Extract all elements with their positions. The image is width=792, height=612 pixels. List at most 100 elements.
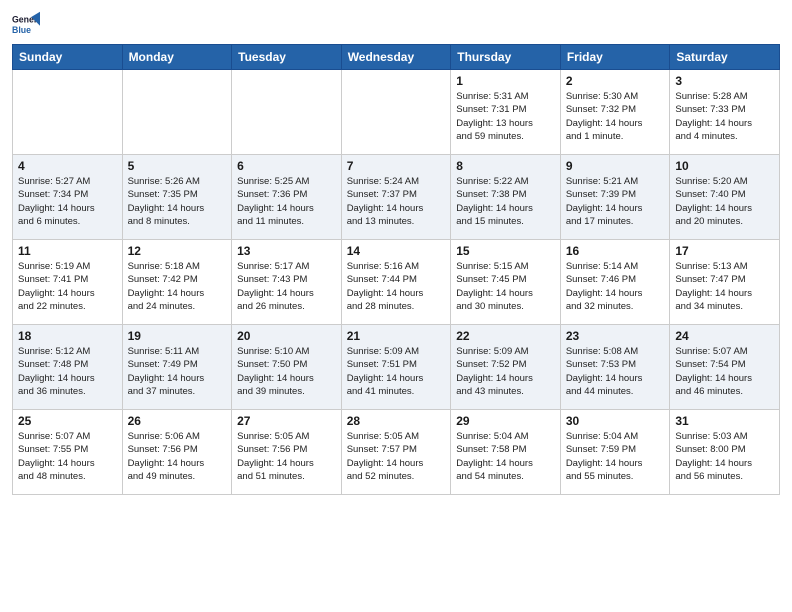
day-info: Sunrise: 5:24 AM Sunset: 7:37 PM Dayligh… — [347, 175, 446, 228]
calendar-cell: 15 Sunrise: 5:15 AM Sunset: 7:45 PM Dayli… — [451, 240, 561, 325]
day-number: 12 — [128, 244, 227, 258]
page-header: General Blue — [12, 10, 780, 38]
calendar-cell: 16 Sunrise: 5:14 AM Sunset: 7:46 PM Dayli… — [560, 240, 670, 325]
weekday-header-row: SundayMondayTuesdayWednesdayThursdayFrid… — [13, 45, 780, 70]
logo: General Blue — [12, 10, 40, 38]
day-number: 24 — [675, 329, 774, 343]
day-number: 30 — [566, 414, 665, 428]
day-number: 11 — [18, 244, 117, 258]
day-number: 20 — [237, 329, 336, 343]
calendar-cell: 5Sunrise: 5:26 AM Sunset: 7:35 PM Daylig… — [122, 155, 232, 240]
day-info: Sunrise: 5:19 AM Sunset: 7:41 PM Dayligh… — [18, 260, 117, 313]
day-info: Sunrise: 5:09 AM Sunset: 7:52 PM Dayligh… — [456, 345, 555, 398]
calendar-cell — [122, 70, 232, 155]
calendar-cell: 4 Sunrise: 5:27 AM Sunset: 7:34 PM Daylig… — [13, 155, 123, 240]
calendar-cell: 7 Sunrise: 5:24 AM Sunset: 7:37 PM Daylig… — [341, 155, 451, 240]
day-info: Sunrise: 5:06 AM Sunset: 7:56 PM Dayligh… — [128, 430, 227, 483]
calendar-cell: 10 Sunrise: 5:20 AM Sunset: 7:40 PM Dayli… — [670, 155, 780, 240]
calendar-cell: 8 Sunrise: 5:22 AM Sunset: 7:38 PM Daylig… — [451, 155, 561, 240]
calendar-cell: 3 Sunrise: 5:28 AM Sunset: 7:33 PM Daylig… — [670, 70, 780, 155]
day-number: 25 — [18, 414, 117, 428]
calendar-week-row: 11 Sunrise: 5:19 AM Sunset: 7:41 PM Dayli… — [13, 240, 780, 325]
day-number: 14 — [347, 244, 446, 258]
day-number: 5 — [128, 159, 227, 173]
day-number: 10 — [675, 159, 774, 173]
day-number: 4 — [18, 159, 117, 173]
day-info: Sunrise: 5:10 AM Sunset: 7:50 PM Dayligh… — [237, 345, 336, 398]
calendar-cell: 22 Sunrise: 5:09 AM Sunset: 7:52 PM Dayli… — [451, 325, 561, 410]
calendar-cell: 29Sunrise: 5:04 AM Sunset: 7:58 PM Dayli… — [451, 410, 561, 495]
day-info: Sunrise: 5:08 AM Sunset: 7:53 PM Dayligh… — [566, 345, 665, 398]
day-info: Sunrise: 5:15 AM Sunset: 7:45 PM Dayligh… — [456, 260, 555, 313]
day-info: Sunrise: 5:22 AM Sunset: 7:38 PM Dayligh… — [456, 175, 555, 228]
calendar-week-row: 18 Sunrise: 5:12 AM Sunset: 7:48 PM Dayli… — [13, 325, 780, 410]
day-number: 7 — [347, 159, 446, 173]
calendar-cell: 14Sunrise: 5:16 AM Sunset: 7:44 PM Dayli… — [341, 240, 451, 325]
day-info: Sunrise: 5:11 AM Sunset: 7:49 PM Dayligh… — [128, 345, 227, 398]
day-info: Sunrise: 5:18 AM Sunset: 7:42 PM Dayligh… — [128, 260, 227, 313]
calendar-cell — [13, 70, 123, 155]
calendar-cell: 25 Sunrise: 5:07 AM Sunset: 7:55 PM Dayli… — [13, 410, 123, 495]
day-number: 16 — [566, 244, 665, 258]
day-number: 18 — [18, 329, 117, 343]
day-number: 8 — [456, 159, 555, 173]
calendar-cell: 12 Sunrise: 5:18 AM Sunset: 7:42 PM Dayli… — [122, 240, 232, 325]
calendar-cell: 23 Sunrise: 5:08 AM Sunset: 7:53 PM Dayli… — [560, 325, 670, 410]
calendar-cell: 21 Sunrise: 5:09 AM Sunset: 7:51 PM Dayli… — [341, 325, 451, 410]
day-info: Sunrise: 5:04 AM Sunset: 7:58 PM Dayligh… — [456, 430, 555, 483]
day-number: 3 — [675, 74, 774, 88]
calendar-cell: 26Sunrise: 5:06 AM Sunset: 7:56 PM Dayli… — [122, 410, 232, 495]
logo-icon: General Blue — [12, 10, 40, 38]
calendar-cell: 24 Sunrise: 5:07 AM Sunset: 7:54 PM Dayli… — [670, 325, 780, 410]
day-number: 19 — [128, 329, 227, 343]
day-number: 17 — [675, 244, 774, 258]
calendar-cell: 9Sunrise: 5:21 AM Sunset: 7:39 PM Daylig… — [560, 155, 670, 240]
calendar-cell: 27Sunrise: 5:05 AM Sunset: 7:56 PM Dayli… — [232, 410, 342, 495]
day-info: Sunrise: 5:25 AM Sunset: 7:36 PM Dayligh… — [237, 175, 336, 228]
calendar-cell: 30 Sunrise: 5:04 AM Sunset: 7:59 PM Dayli… — [560, 410, 670, 495]
weekday-header-tuesday: Tuesday — [232, 45, 342, 70]
day-info: Sunrise: 5:20 AM Sunset: 7:40 PM Dayligh… — [675, 175, 774, 228]
calendar-cell: 28 Sunrise: 5:05 AM Sunset: 7:57 PM Dayli… — [341, 410, 451, 495]
day-info: Sunrise: 5:09 AM Sunset: 7:51 PM Dayligh… — [347, 345, 446, 398]
day-number: 15 — [456, 244, 555, 258]
day-info: Sunrise: 5:13 AM Sunset: 7:47 PM Dayligh… — [675, 260, 774, 313]
day-number: 2 — [566, 74, 665, 88]
day-info: Sunrise: 5:05 AM Sunset: 7:57 PM Dayligh… — [347, 430, 446, 483]
day-info: Sunrise: 5:05 AM Sunset: 7:56 PM Dayligh… — [237, 430, 336, 483]
day-number: 28 — [347, 414, 446, 428]
calendar-week-row: 4 Sunrise: 5:27 AM Sunset: 7:34 PM Daylig… — [13, 155, 780, 240]
calendar-week-row: 25 Sunrise: 5:07 AM Sunset: 7:55 PM Dayli… — [13, 410, 780, 495]
calendar-week-row: 1 Sunrise: 5:31 AM Sunset: 7:31 PM Daylig… — [13, 70, 780, 155]
day-info: Sunrise: 5:27 AM Sunset: 7:34 PM Dayligh… — [18, 175, 117, 228]
day-number: 6 — [237, 159, 336, 173]
calendar-cell: 6 Sunrise: 5:25 AM Sunset: 7:36 PM Daylig… — [232, 155, 342, 240]
weekday-header-thursday: Thursday — [451, 45, 561, 70]
calendar-cell — [341, 70, 451, 155]
day-number: 22 — [456, 329, 555, 343]
day-info: Sunrise: 5:21 AM Sunset: 7:39 PM Dayligh… — [566, 175, 665, 228]
day-info: Sunrise: 5:03 AM Sunset: 8:00 PM Dayligh… — [675, 430, 774, 483]
day-info: Sunrise: 5:30 AM Sunset: 7:32 PM Dayligh… — [566, 90, 665, 143]
calendar-cell — [232, 70, 342, 155]
day-info: Sunrise: 5:17 AM Sunset: 7:43 PM Dayligh… — [237, 260, 336, 313]
calendar-table: SundayMondayTuesdayWednesdayThursdayFrid… — [12, 44, 780, 495]
svg-text:Blue: Blue — [12, 25, 31, 35]
day-info: Sunrise: 5:31 AM Sunset: 7:31 PM Dayligh… — [456, 90, 555, 143]
day-number: 31 — [675, 414, 774, 428]
day-info: Sunrise: 5:28 AM Sunset: 7:33 PM Dayligh… — [675, 90, 774, 143]
day-info: Sunrise: 5:14 AM Sunset: 7:46 PM Dayligh… — [566, 260, 665, 313]
weekday-header-monday: Monday — [122, 45, 232, 70]
calendar-cell: 19 Sunrise: 5:11 AM Sunset: 7:49 PM Dayli… — [122, 325, 232, 410]
page-container: General Blue SundayMondayTuesdayWednesda… — [0, 0, 792, 507]
day-info: Sunrise: 5:07 AM Sunset: 7:54 PM Dayligh… — [675, 345, 774, 398]
day-info: Sunrise: 5:12 AM Sunset: 7:48 PM Dayligh… — [18, 345, 117, 398]
day-info: Sunrise: 5:04 AM Sunset: 7:59 PM Dayligh… — [566, 430, 665, 483]
calendar-cell: 18 Sunrise: 5:12 AM Sunset: 7:48 PM Dayli… — [13, 325, 123, 410]
day-number: 23 — [566, 329, 665, 343]
calendar-cell: 1 Sunrise: 5:31 AM Sunset: 7:31 PM Daylig… — [451, 70, 561, 155]
day-number: 1 — [456, 74, 555, 88]
calendar-cell: 31 Sunrise: 5:03 AM Sunset: 8:00 PM Dayli… — [670, 410, 780, 495]
day-number: 21 — [347, 329, 446, 343]
day-info: Sunrise: 5:07 AM Sunset: 7:55 PM Dayligh… — [18, 430, 117, 483]
